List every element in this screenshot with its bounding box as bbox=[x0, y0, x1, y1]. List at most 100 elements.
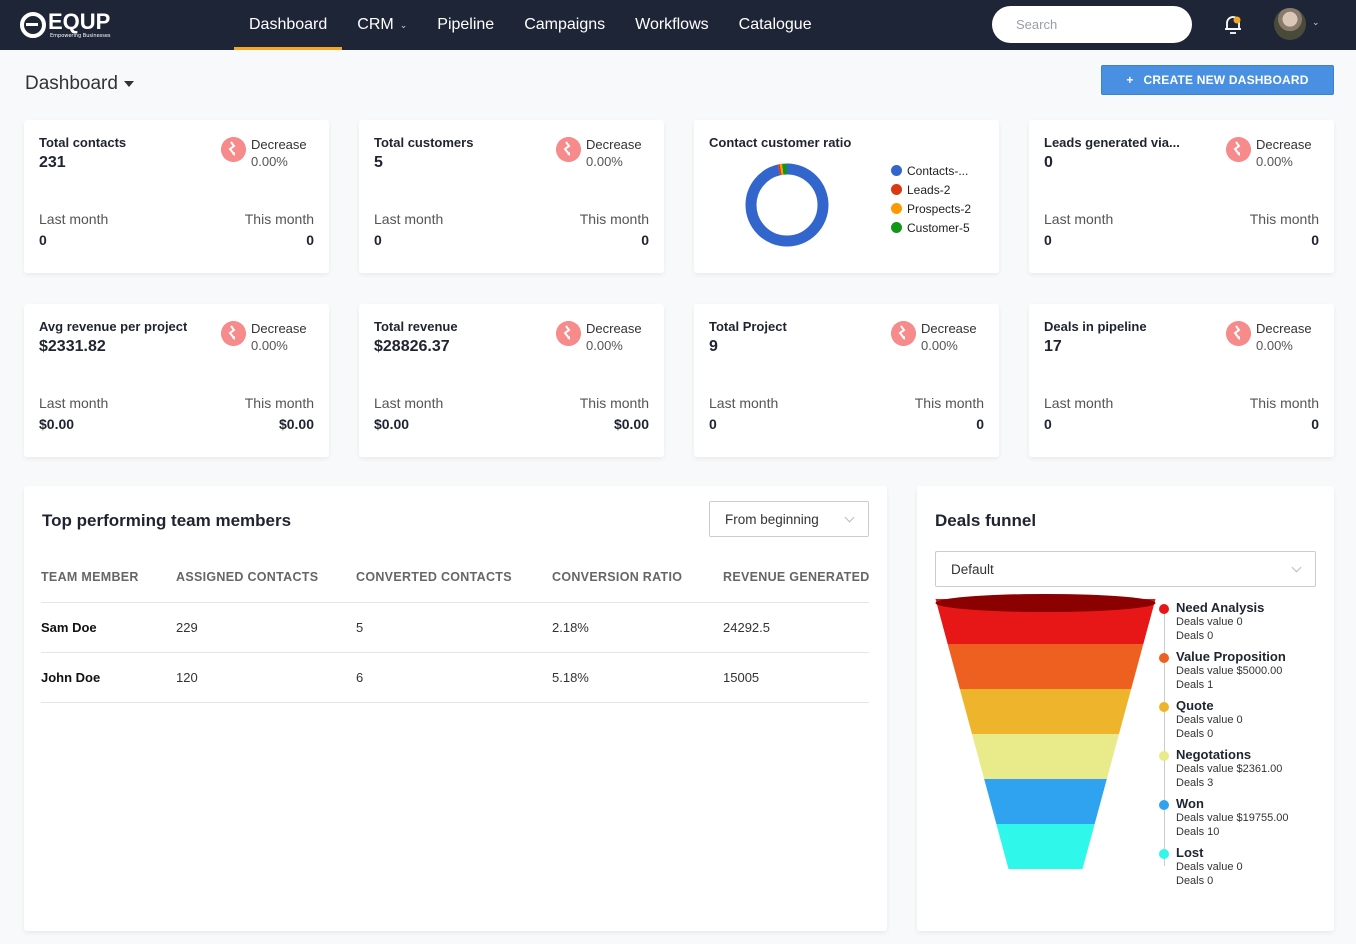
funnel-stage[interactable]: Lost Deals value 0 Deals 0 bbox=[1157, 845, 1327, 894]
nav-campaigns[interactable]: Campaigns bbox=[509, 0, 620, 50]
table-cell: 2.18% bbox=[552, 602, 723, 653]
legend-label: Prospects-2 bbox=[907, 201, 972, 216]
contact-customer-ratio-card: Contact customer ratio Contacts-... Leads… bbox=[694, 120, 999, 273]
funnel-band-5[interactable] bbox=[996, 824, 1095, 869]
user-avatar[interactable] bbox=[1274, 8, 1306, 40]
page-title: Dashboard bbox=[25, 73, 118, 94]
last-month-label: Last month bbox=[374, 395, 444, 411]
stage-deals-value: Deals value $5000.00 bbox=[1176, 665, 1283, 677]
trend-percent: 0.00% bbox=[251, 154, 288, 169]
stage-deals-value: Deals value $19755.00 bbox=[1176, 812, 1289, 824]
legend-label: Contacts-... bbox=[907, 163, 969, 178]
trend-label: Decrease bbox=[586, 137, 642, 152]
this-month-label: This month bbox=[244, 395, 314, 411]
stage-dot-icon bbox=[1159, 751, 1169, 761]
stage-deals-count: Deals 1 bbox=[1176, 678, 1214, 691]
table-cell: 15005 bbox=[723, 652, 869, 703]
nav-dashboard[interactable]: Dashboard bbox=[234, 0, 343, 50]
funnel-band-3[interactable] bbox=[972, 734, 1119, 779]
this-month-label: This month bbox=[1249, 395, 1319, 411]
column-header[interactable]: CONVERSION RATIO bbox=[552, 552, 723, 603]
table-cell: 24292.5 bbox=[723, 602, 869, 653]
chevron-down-icon[interactable]: ⌄ bbox=[1312, 18, 1320, 28]
deals-funnel-card: Deals funnel Default Need Analysis Deals… bbox=[917, 486, 1334, 931]
trend-percent: 0.00% bbox=[921, 338, 958, 353]
legend-item[interactable]: Leads-2 bbox=[891, 180, 971, 199]
last-month-value: $0.00 bbox=[374, 416, 410, 432]
funnel-band-2[interactable] bbox=[959, 689, 1132, 734]
column-header[interactable]: CONVERTED CONTACTS bbox=[356, 552, 552, 603]
chevron-down-icon bbox=[1291, 562, 1302, 572]
ratio-donut-chart bbox=[745, 163, 829, 247]
nav-label: Catalogue bbox=[738, 16, 812, 33]
notification-bell-icon[interactable] bbox=[1221, 12, 1245, 36]
this-month-value: $0.00 bbox=[278, 416, 314, 432]
nav-pipeline[interactable]: Pipeline bbox=[422, 0, 509, 50]
last-month-label: Last month bbox=[374, 211, 444, 227]
funnel-stage[interactable]: Won Deals value $19755.00 Deals 10 bbox=[1157, 796, 1327, 845]
stage-name: Negotations bbox=[1176, 747, 1252, 762]
dashboard-selector[interactable]: Dashboard bbox=[25, 73, 134, 95]
table-row[interactable]: Sam Doe 229 5 2.18% 24292.5 bbox=[41, 602, 869, 653]
column-header[interactable]: REVENUE GENERATED bbox=[723, 552, 869, 603]
trend-percent: 0.00% bbox=[586, 154, 623, 169]
nav-crm[interactable]: CRM ⌄ bbox=[342, 0, 422, 50]
funnel-stage[interactable]: Negotations Deals value $2361.00 Deals 3 bbox=[1157, 747, 1327, 796]
stat-card: Total customers 5 Decrease 0.00% Last mo… bbox=[359, 120, 664, 273]
funnel-rim bbox=[935, 594, 1156, 612]
main-nav: Dashboard CRM ⌄ Pipeline Campaigns Workfl… bbox=[234, 0, 827, 50]
this-month-value: $0.00 bbox=[613, 416, 649, 432]
brand-tagline: Empowering Businesses bbox=[50, 33, 111, 39]
card-title: Deals funnel bbox=[935, 511, 1037, 530]
last-month-value: 0 bbox=[709, 416, 717, 432]
funnel-stage[interactable]: Quote Deals value 0 Deals 0 bbox=[1157, 698, 1327, 747]
trend-percent: 0.00% bbox=[586, 338, 623, 353]
this-month-label: This month bbox=[244, 211, 314, 227]
search-input[interactable] bbox=[1016, 17, 1192, 32]
stage-name: Need Analysis bbox=[1176, 600, 1265, 615]
legend-item[interactable]: Customer-5 bbox=[891, 218, 971, 237]
legend-item[interactable]: Contacts-... bbox=[891, 161, 971, 180]
this-month-value: 0 bbox=[1311, 416, 1319, 432]
legend-dot-icon bbox=[891, 222, 902, 233]
funnel-stage[interactable]: Value Proposition Deals value $5000.00 D… bbox=[1157, 649, 1327, 698]
stat-title: Total Project bbox=[709, 319, 787, 334]
stage-dot-icon bbox=[1159, 653, 1169, 663]
member-name: John Doe bbox=[41, 652, 176, 703]
create-dashboard-button[interactable]: + CREATE NEW DASHBOARD bbox=[1101, 65, 1334, 95]
nav-workflows[interactable]: Workflows bbox=[620, 0, 724, 50]
trend-decrease-icon bbox=[556, 137, 581, 162]
stat-value: 231 bbox=[39, 154, 66, 171]
this-month-value: 0 bbox=[1311, 232, 1319, 248]
stat-value: 9 bbox=[709, 338, 718, 355]
table-row[interactable]: John Doe 120 6 5.18% 15005 bbox=[41, 652, 869, 703]
legend-item[interactable]: Prospects-2 bbox=[891, 199, 971, 218]
last-month-value: 0 bbox=[1044, 232, 1052, 248]
legend-label: Leads-2 bbox=[907, 182, 951, 197]
stage-deals-count: Deals 0 bbox=[1176, 874, 1214, 887]
column-header[interactable]: TEAM MEMBER bbox=[41, 552, 176, 603]
nav-label: Dashboard bbox=[249, 16, 328, 33]
this-month-label: This month bbox=[914, 395, 984, 411]
funnel-stage[interactable]: Need Analysis Deals value 0 Deals 0 bbox=[1157, 600, 1327, 649]
team-table: TEAM MEMBER ASSIGNED CONTACTS CONVERTED CO… bbox=[41, 552, 869, 703]
stat-card: Avg revenue per project $2331.82 Decreas… bbox=[24, 304, 329, 457]
stage-dot-icon bbox=[1159, 604, 1169, 614]
table-cell: 6 bbox=[356, 652, 552, 703]
column-header[interactable]: ASSIGNED CONTACTS bbox=[176, 552, 356, 603]
brand-logo[interactable]: EQUP Empowering Businesses bbox=[20, 8, 130, 42]
this-month-value: 0 bbox=[976, 416, 984, 432]
legend-dot-icon bbox=[891, 203, 902, 214]
period-select[interactable]: From beginning bbox=[709, 501, 869, 537]
funnel-band-4[interactable] bbox=[984, 779, 1107, 824]
pipeline-select[interactable]: Default bbox=[935, 551, 1316, 587]
donut-slice-0[interactable] bbox=[745, 163, 829, 247]
trend-decrease-icon bbox=[221, 137, 246, 162]
trend-label: Decrease bbox=[251, 137, 307, 152]
this-month-value: 0 bbox=[641, 232, 649, 248]
last-month-label: Last month bbox=[39, 211, 109, 227]
funnel-band-1[interactable] bbox=[947, 644, 1144, 689]
caret-down-icon bbox=[123, 81, 134, 87]
stage-deals-value: Deals value 0 bbox=[1176, 861, 1243, 873]
nav-catalogue[interactable]: Catalogue bbox=[724, 0, 827, 50]
